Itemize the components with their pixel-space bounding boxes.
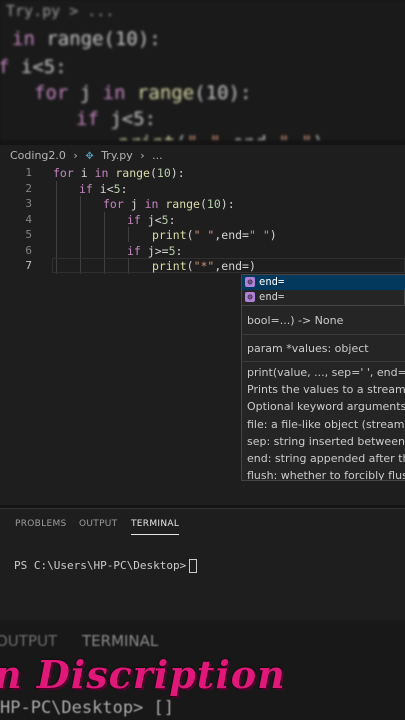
doc-line: Prints the values to a stream, or [247, 383, 405, 396]
doc-line: end: string appended after the [247, 452, 405, 465]
doc-line: flush: whether to forcibly flush t [247, 469, 405, 481]
code-text: print("*",end=) [152, 259, 256, 273]
code-text: if j>=5: [127, 243, 183, 258]
code-line[interactable]: 2 if i<5: [0, 181, 405, 197]
line-number: 5 [25, 228, 32, 241]
code-text: if i<5: [79, 181, 128, 196]
line-number: 2 [25, 181, 32, 195]
line-number: 4 [25, 212, 32, 226]
chevron-right-icon: › [140, 149, 145, 162]
zoomed-code-line: if j<5: [76, 108, 157, 130]
breadcrumb: Coding2.0 › ✥ Try.py › ... [10, 149, 167, 162]
code-text: if j<5: [127, 212, 176, 227]
code-text: for j in range(10): [103, 197, 235, 211]
line-number: 3 [25, 197, 32, 210]
line-number: 1 [25, 166, 32, 179]
suggestion-item[interactable]: ◍ end= [242, 275, 405, 290]
code-line[interactable]: 5 print(" ",end=" ") [0, 227, 405, 243]
terminal-cursor [189, 559, 198, 573]
zoomed-code-line: in range(10): [12, 28, 161, 50]
suggestion-item[interactable]: ◍ end= [242, 290, 405, 305]
symbol-variable-icon: ◍ [245, 277, 255, 287]
breadcrumb-folder[interactable]: Coding2.0 [10, 149, 66, 162]
doc-line: Optional keyword arguments: [247, 400, 405, 413]
doc-line: file: a file-like object (stream); c [247, 418, 405, 431]
param-doc: param *values: object [247, 342, 369, 355]
zoomed-tab-terminal: TERMINAL [82, 632, 159, 650]
python-file-icon: ✥ [85, 151, 94, 162]
tab-output[interactable]: OUTPUT [79, 519, 117, 529]
terminal-prompt[interactable]: PS C:\Users\HP-PC\Desktop> [14, 559, 198, 573]
signature-text: bool=...) -> None [247, 314, 344, 327]
doc-line: sep: string inserted between va [247, 435, 405, 448]
zoomed-code-line: print(" ",end=" ") [118, 132, 324, 140]
line-number: 6 [25, 243, 32, 257]
video-caption: n Discription [0, 652, 286, 697]
zoomed-code-line: for j in range(10): [34, 82, 252, 104]
symbol-variable-icon: ◍ [245, 292, 255, 302]
zoomed-terminal-background: OUTPUT TERMINAL HP-PC\Desktop> [] n Disc… [0, 620, 405, 720]
divider [242, 361, 405, 362]
chevron-right-icon: › [73, 149, 78, 162]
signature-help-popup[interactable]: bool=...) -> None param *values: object … [241, 306, 405, 481]
line-number: 7 [25, 259, 32, 272]
tab-problems[interactable]: PROBLEMS [15, 519, 67, 529]
zoomed-breadcrumb: Try.py > ... [6, 2, 115, 20]
code-line[interactable]: 3 for j in range(10): [0, 196, 405, 212]
bottom-panel: PROBLEMS OUTPUT TERMINAL PS C:\Users\HP-… [0, 508, 405, 621]
doc-line: print(value, ..., sep=' ', end='\n', [247, 366, 405, 379]
zoomed-background: Try.py > ... in range(10): f i<5: for j … [0, 0, 405, 140]
code-line[interactable]: 6 if j>=5: [0, 243, 405, 259]
autocomplete-suggestions[interactable]: ◍ end= ◍ end= [241, 274, 405, 306]
zoomed-prompt: HP-PC\Desktop> [] [0, 698, 174, 718]
code-text: for i in range(10): [53, 166, 185, 180]
divider [242, 334, 405, 335]
code-line[interactable]: 1 for i in range(10): [0, 165, 405, 181]
tab-terminal[interactable]: TERMINAL [131, 519, 180, 535]
breadcrumb-file[interactable]: Try.py [101, 149, 133, 162]
zoomed-code-line: f i<5: [0, 56, 67, 78]
code-line[interactable]: 4 if j<5: [0, 212, 405, 228]
breadcrumb-more[interactable]: ... [152, 149, 163, 162]
code-text: print(" ",end=" ") [152, 228, 277, 242]
zoomed-tab-output: OUTPUT [0, 632, 58, 650]
code-line-current[interactable]: 7 print("*",end=) [0, 258, 405, 274]
